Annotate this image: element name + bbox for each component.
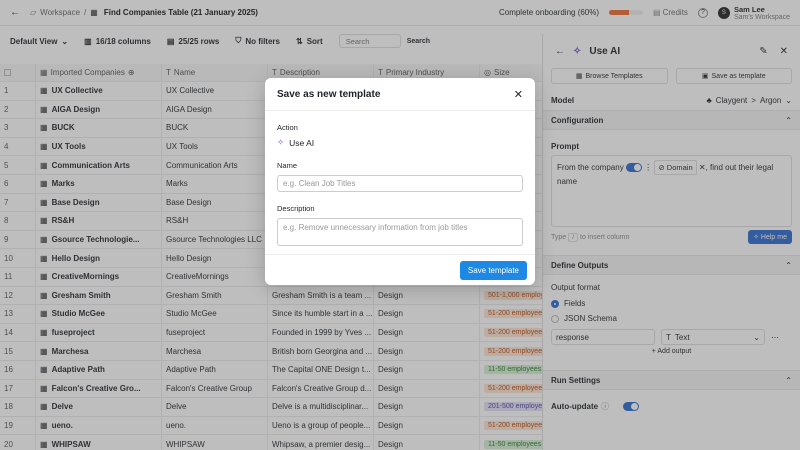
description-label: Description — [277, 204, 315, 213]
close-icon[interactable]: ✕ — [514, 88, 523, 101]
modal-footer: Save template — [265, 254, 535, 285]
description-textarea[interactable]: e.g. Remove unnecessary information from… — [277, 218, 523, 246]
action-value-label: Use AI — [289, 137, 315, 148]
save-template-button[interactable]: Save template — [459, 260, 527, 280]
action-label: Action — [277, 123, 298, 132]
action-value: ✧ Use AI — [277, 137, 523, 148]
name-label: Name — [277, 161, 298, 170]
name-input[interactable]: e.g. Clean Job Titles — [277, 175, 523, 192]
save-template-modal: Save as new template ✕ Action ✧ Use AI N… — [265, 78, 535, 285]
modal-header: Save as new template ✕ — [265, 78, 535, 111]
magic-wand-icon: ✧ — [277, 137, 285, 147]
modal-title: Save as new template — [277, 88, 381, 100]
